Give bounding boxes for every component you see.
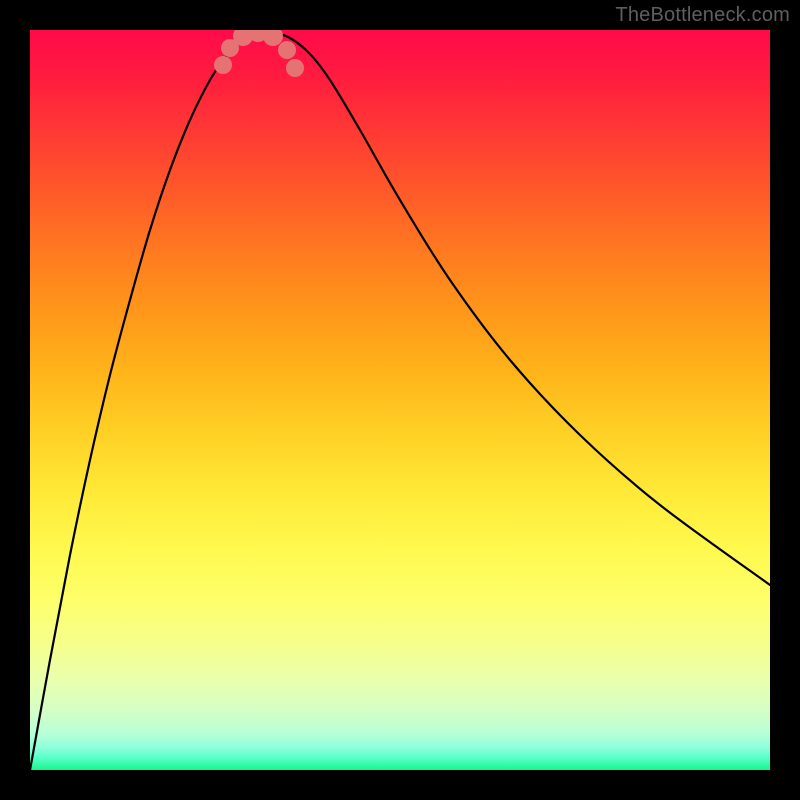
- marker-1: [214, 56, 232, 74]
- plot-area: [30, 30, 770, 770]
- chart-svg: [30, 30, 770, 770]
- marker-6: [278, 41, 296, 59]
- bottleneck-curve: [30, 32, 770, 770]
- marker-7: [286, 59, 304, 77]
- chart-frame: TheBottleneck.com: [0, 0, 800, 800]
- watermark-text: TheBottleneck.com: [615, 4, 790, 27]
- marker-5: [263, 30, 283, 46]
